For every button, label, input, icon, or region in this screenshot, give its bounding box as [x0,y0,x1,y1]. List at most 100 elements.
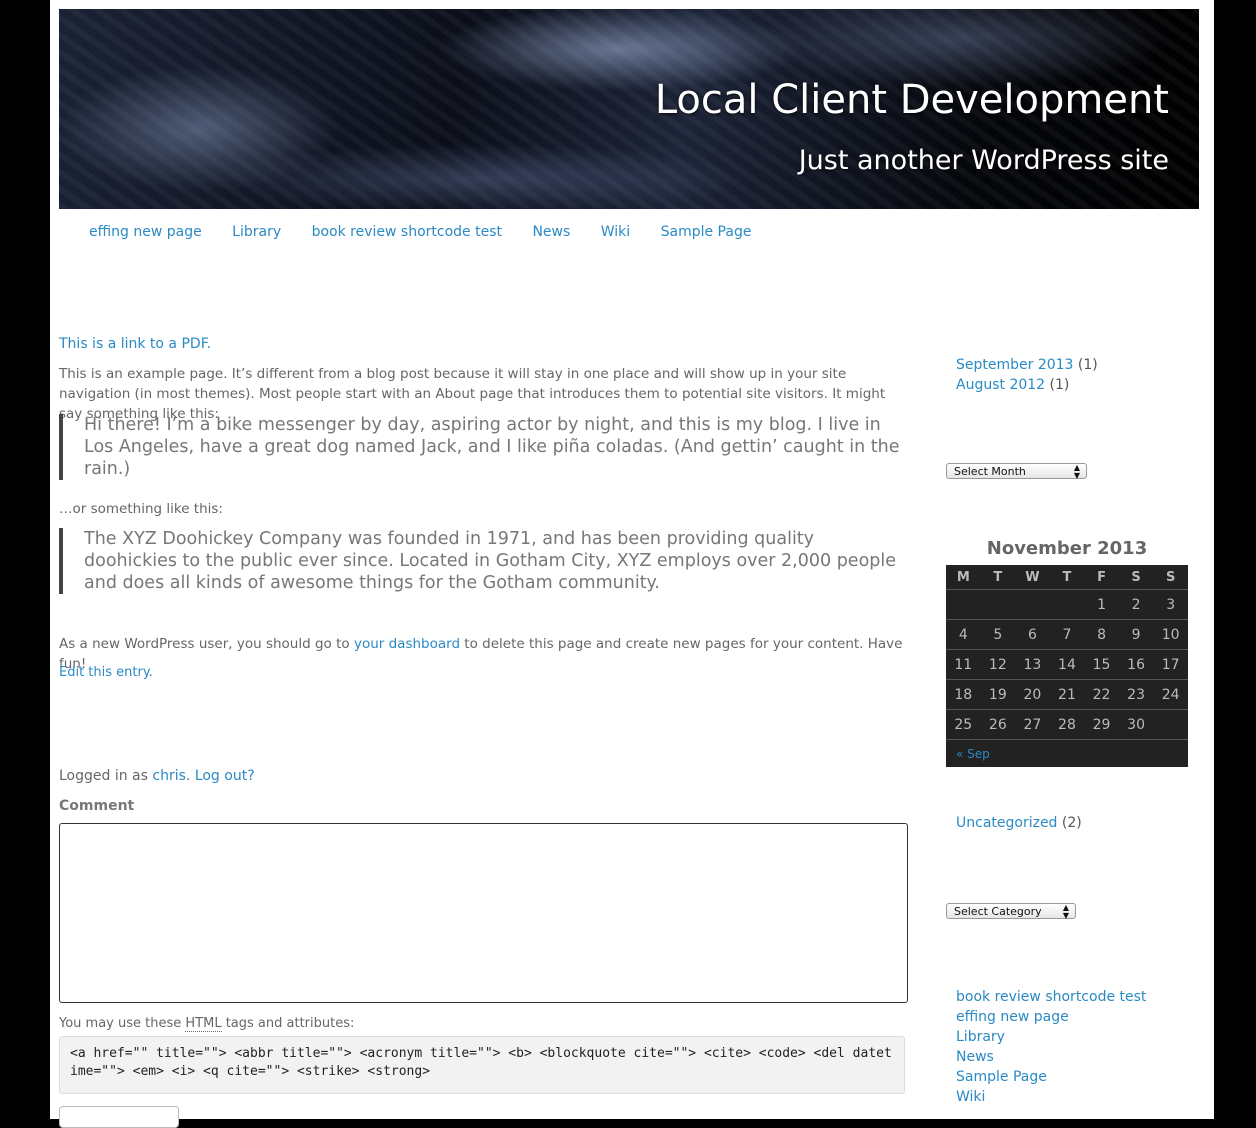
calendar-day: 6 [1015,619,1050,650]
calendar-day: 14 [1049,649,1085,680]
nav-item-wiki[interactable]: Wiki [601,224,630,240]
dashboard-paragraph: As a new WordPress user, you should go t… [59,634,909,674]
calendar-day: 22 [1084,679,1119,710]
or-text: …or something like this: [59,501,223,517]
page-link-effing-new-page[interactable]: effing new page [956,1007,1146,1027]
calendar-caption: November 2013 [986,538,1148,559]
nav-item-news[interactable]: News [532,224,570,240]
calendar-day: 13 [1015,649,1050,680]
page-link-wiki[interactable]: Wiki [956,1087,1146,1107]
main-navigation: effing new page Library book review shor… [89,224,777,240]
calendar-day: 19 [980,679,1016,710]
category-select[interactable]: Select Category ▲ ▼ [946,903,1076,920]
calendar-day: 26 [980,709,1016,740]
calendar-week: 123 [946,589,1188,620]
calendar-day: 27 [1015,709,1050,740]
calendar-day: 21 [1049,679,1085,710]
calendar-empty-cell [980,589,1016,620]
calendar-day-header: T [1062,569,1072,585]
calendar-prev-link[interactable]: « Sep [956,747,990,761]
calendar-day: 20 [1015,679,1050,710]
calendar-day: 5 [980,619,1016,650]
page-link-news[interactable]: News [956,1047,1146,1067]
user-link[interactable]: chris [152,768,186,784]
calendar-day: 25 [946,709,981,740]
select-arrows-icon: ▲ ▼ [1073,463,1080,480]
calendar-day: 23 [1118,679,1154,710]
page-link-library[interactable]: Library [956,1027,1146,1047]
calendar-empty-cell [1049,589,1085,620]
allowed-suffix: tags and attributes: [221,1016,355,1031]
calendar-day: 29 [1084,709,1119,740]
quote-xyz-company: The XYZ Doohickey Company was founded in… [59,528,904,594]
calendar-day-header: M [956,569,970,585]
page: Local Client Development Just another Wo… [50,0,1214,1128]
calendar-day-header: T [993,569,1003,585]
page-link-sample-page[interactable]: Sample Page [956,1067,1146,1087]
archive-item: September 2013 (1) [956,355,1098,375]
calendar-day: 28 [1049,709,1085,740]
quote-bike-messenger: Hi there! I’m a bike messenger by day, a… [59,414,904,480]
calendar-day: 15 [1084,649,1119,680]
post-comment-button[interactable] [59,1106,179,1128]
archive-link-aug-2012[interactable]: August 2012 [956,377,1045,393]
categories-list: Uncategorized (2) [956,815,1082,831]
page-link-book-review[interactable]: book review shortcode test [956,987,1146,1007]
month-select-value: Select Month [954,465,1026,478]
logout-link[interactable]: Log out? [195,768,255,784]
nav-item-effing-new-page[interactable]: effing new page [89,224,202,240]
calendar-week: 4 5 6 7 8 9 10 [946,619,1188,650]
calendar-day: 18 [946,679,981,710]
html-abbr: HTML [185,1016,222,1032]
calendar-day-header: W [1025,569,1040,585]
calendar-footer: « Sep [946,739,1188,767]
archives-list: September 2013 (1) August 2012 (1) [956,355,1098,395]
allowed-tags-code: <a href="" title=""> <abbr title=""> <ac… [59,1036,905,1094]
allowed-prefix: You may use these [59,1016,186,1031]
archive-item: August 2012 (1) [956,375,1098,395]
calendar-day: 12 [980,649,1016,680]
select-arrows-icon: ▲ ▼ [1062,903,1069,920]
calendar-day-header: S [1131,569,1141,585]
edit-entry-link[interactable]: Edit this entry. [59,663,153,683]
calendar-day: 16 [1118,649,1154,680]
calendar-day: 24 [1153,679,1188,710]
nav-item-book-review[interactable]: book review shortcode test [312,224,502,240]
calendar-day: 2 [1118,589,1154,620]
entry-content: This is a link to a PDF. This is an exam… [59,334,909,680]
pages-list: book review shortcode test effing new pa… [956,987,1146,1107]
dashboard-link[interactable]: your dashboard [354,636,460,652]
calendar-week: 18 19 20 21 22 23 24 [946,679,1188,710]
calendar-day: 1 [1084,589,1119,620]
calendar-empty-cell [1015,589,1050,620]
logged-in-as: Logged in as chris. Log out? [59,768,255,784]
header-banner: Local Client Development Just another Wo… [59,9,1199,209]
calendar-day: 30 [1118,709,1154,740]
calendar-day-header: F [1097,569,1106,585]
nav-item-library[interactable]: Library [232,224,281,240]
calendar-empty-cell [946,589,981,620]
allowed-tags-note: You may use these HTML tags and attribut… [59,1016,355,1032]
category-count: (2) [1061,815,1082,831]
calendar-empty-cell [1153,709,1188,740]
calendar-day: 4 [946,619,981,650]
nav-item-sample-page[interactable]: Sample Page [661,224,752,240]
calendar-day: 11 [946,649,981,680]
comment-label: Comment [59,798,135,814]
archive-count: (1) [1049,377,1070,393]
calendar-day: 17 [1153,649,1188,680]
logged-dot: . [185,768,191,784]
pdf-link[interactable]: This is a link to a PDF. [59,336,211,352]
month-select[interactable]: Select Month ▲ ▼ [946,463,1087,480]
calendar-day: 8 [1084,619,1119,650]
calendar-day: 7 [1049,619,1085,650]
comment-textarea[interactable] [59,823,908,1003]
calendar-day-header: S [1166,569,1176,585]
site-description: Just another WordPress site [798,145,1169,176]
site-title[interactable]: Local Client Development [655,77,1169,123]
calendar-day: 10 [1153,619,1188,650]
archive-count: (1) [1077,357,1098,373]
category-link-uncategorized[interactable]: Uncategorized [956,815,1057,831]
archive-link-sep-2013[interactable]: September 2013 [956,357,1073,373]
calendar-day: 9 [1118,619,1154,650]
